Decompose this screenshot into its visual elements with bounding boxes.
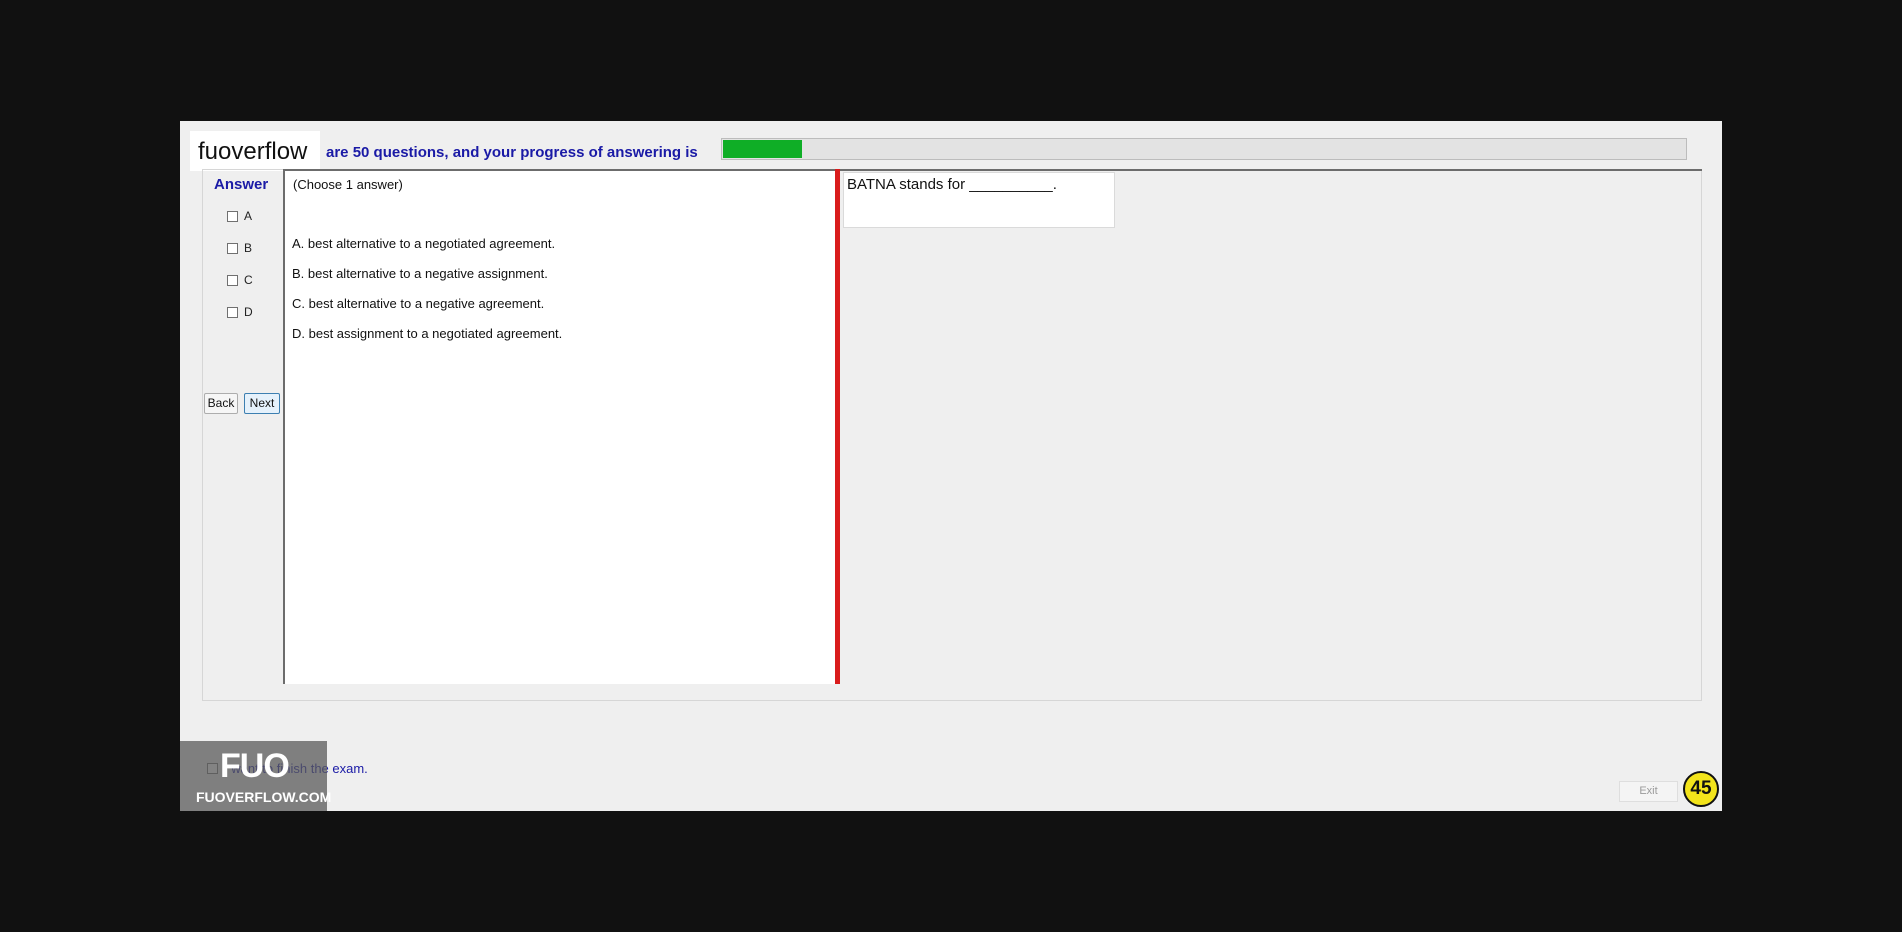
fuo-logo-text: FUOVERFLOW.COM: [196, 789, 332, 805]
option-text-a: A. best alternative to a negotiated agre…: [292, 236, 556, 251]
answer-checkbox-d[interactable]: [227, 306, 238, 318]
options-panel: (Choose 1 answer) A. best alternative to…: [283, 169, 838, 684]
answer-option-a[interactable]: A: [227, 209, 252, 223]
brand-name: fuoverflow: [198, 138, 308, 165]
progress-label: are 50 questions, and your progress of a…: [326, 144, 698, 161]
answer-option-c[interactable]: C: [227, 273, 253, 287]
question-top-border: [840, 169, 1702, 171]
answer-label-d: D: [244, 305, 253, 319]
progress-fill: [723, 140, 803, 158]
back-button[interactable]: Back: [204, 393, 238, 414]
answer-option-d[interactable]: D: [227, 305, 253, 319]
answer-option-b[interactable]: B: [227, 241, 252, 255]
option-text-c: C. best alternative to a negative agreem…: [292, 296, 545, 311]
question-box: BATNA stands for __________.: [843, 172, 1115, 228]
exit-button[interactable]: Exit: [1619, 781, 1678, 802]
exam-window: fuoverflow are 50 questions, and your pr…: [180, 121, 1722, 811]
option-text-b: B. best alternative to a negative assign…: [292, 266, 548, 281]
answer-checkbox-b[interactable]: [227, 242, 238, 254]
count-badge: 45: [1683, 771, 1719, 807]
fuo-logo-mark: FUO: [220, 747, 290, 785]
next-button[interactable]: Next: [244, 393, 280, 414]
choose-instruction: (Choose 1 answer): [293, 177, 403, 192]
answer-label-b: B: [244, 241, 253, 255]
answer-checkbox-c[interactable]: [227, 274, 238, 286]
question-text: BATNA stands for __________.: [847, 176, 1057, 193]
progress-bar: [721, 138, 1687, 160]
answer-label-c: C: [244, 273, 253, 287]
answer-label-a: A: [244, 209, 253, 223]
answer-heading: Answer: [214, 176, 269, 193]
answer-checkbox-a[interactable]: [227, 210, 238, 222]
fuo-watermark-logo: FUO FUOVERFLOW.COM: [180, 741, 331, 811]
panel-splitter[interactable]: [835, 169, 840, 684]
option-text-d: D. best assignment to a negotiated agree…: [292, 326, 563, 341]
